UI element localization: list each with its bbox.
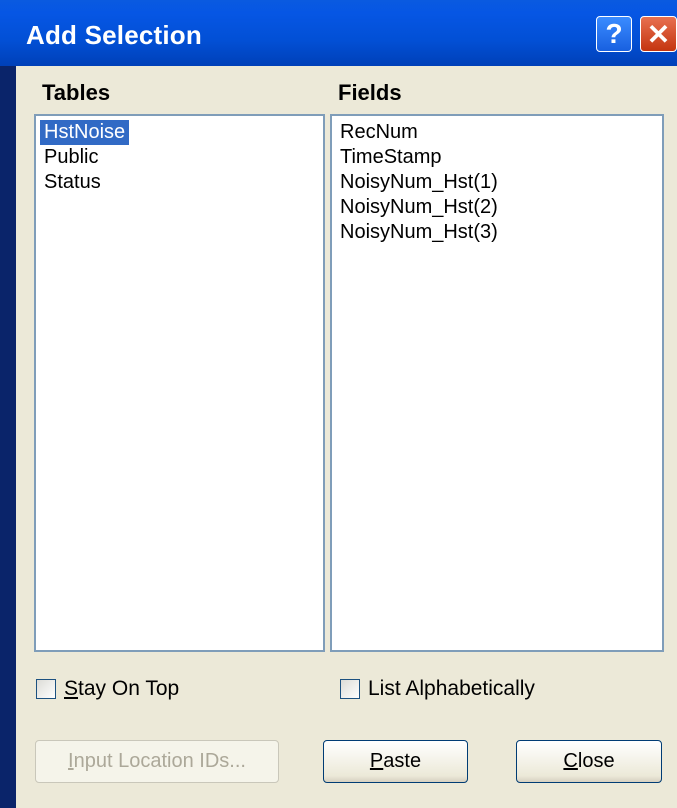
field-item-noisynum-3[interactable]: NoisyNum_Hst(3) — [336, 220, 502, 245]
dialog-body: Tables Fields HstNoise Public Status Rec… — [16, 66, 677, 808]
close-button[interactable]: Close — [516, 740, 662, 783]
help-icon: ? — [605, 18, 623, 49]
paste-label: Paste — [369, 750, 422, 772]
close-label: Close — [563, 750, 615, 772]
table-item-status[interactable]: Status — [40, 170, 105, 195]
input-location-ids-label: Input Location IDs... — [68, 750, 246, 772]
tables-label: Tables — [42, 80, 111, 105]
tables-listbox[interactable]: HstNoise Public Status — [34, 114, 325, 652]
window-title: Add Selection — [26, 20, 202, 50]
stay-on-top-label: Stay On Top — [64, 677, 180, 700]
close-icon: ✕ — [646, 18, 671, 50]
field-item-noisynum-2[interactable]: NoisyNum_Hst(2) — [336, 195, 502, 220]
list-alphabetically-checkbox[interactable]: List Alphabetically — [340, 677, 535, 701]
input-location-ids-button[interactable]: Input Location IDs... — [35, 740, 279, 783]
field-item-recnum[interactable]: RecNum — [336, 120, 422, 145]
paste-button[interactable]: Paste — [323, 740, 468, 783]
fields-label: Fields — [338, 80, 402, 105]
help-button[interactable]: ? — [596, 16, 632, 52]
fields-listbox[interactable]: RecNum TimeStamp NoisyNum_Hst(1) NoisyNu… — [330, 114, 664, 652]
window-close-button[interactable]: ✕ — [640, 16, 677, 52]
add-selection-window: Add Selection ? ✕ Tables Fields HstNoise… — [0, 0, 677, 808]
table-item-public[interactable]: Public — [40, 145, 102, 170]
field-item-timestamp[interactable]: TimeStamp — [336, 145, 446, 170]
stay-on-top-box[interactable] — [36, 679, 56, 699]
field-item-noisynum-1[interactable]: NoisyNum_Hst(1) — [336, 170, 502, 195]
list-alphabetically-box[interactable] — [340, 679, 360, 699]
title-bar[interactable]: Add Selection ? ✕ — [0, 0, 677, 66]
stay-on-top-checkbox[interactable]: Stay On Top — [36, 677, 179, 701]
table-item-hstnoise[interactable]: HstNoise — [40, 120, 130, 145]
list-alphabetically-label: List Alphabetically — [368, 677, 535, 700]
